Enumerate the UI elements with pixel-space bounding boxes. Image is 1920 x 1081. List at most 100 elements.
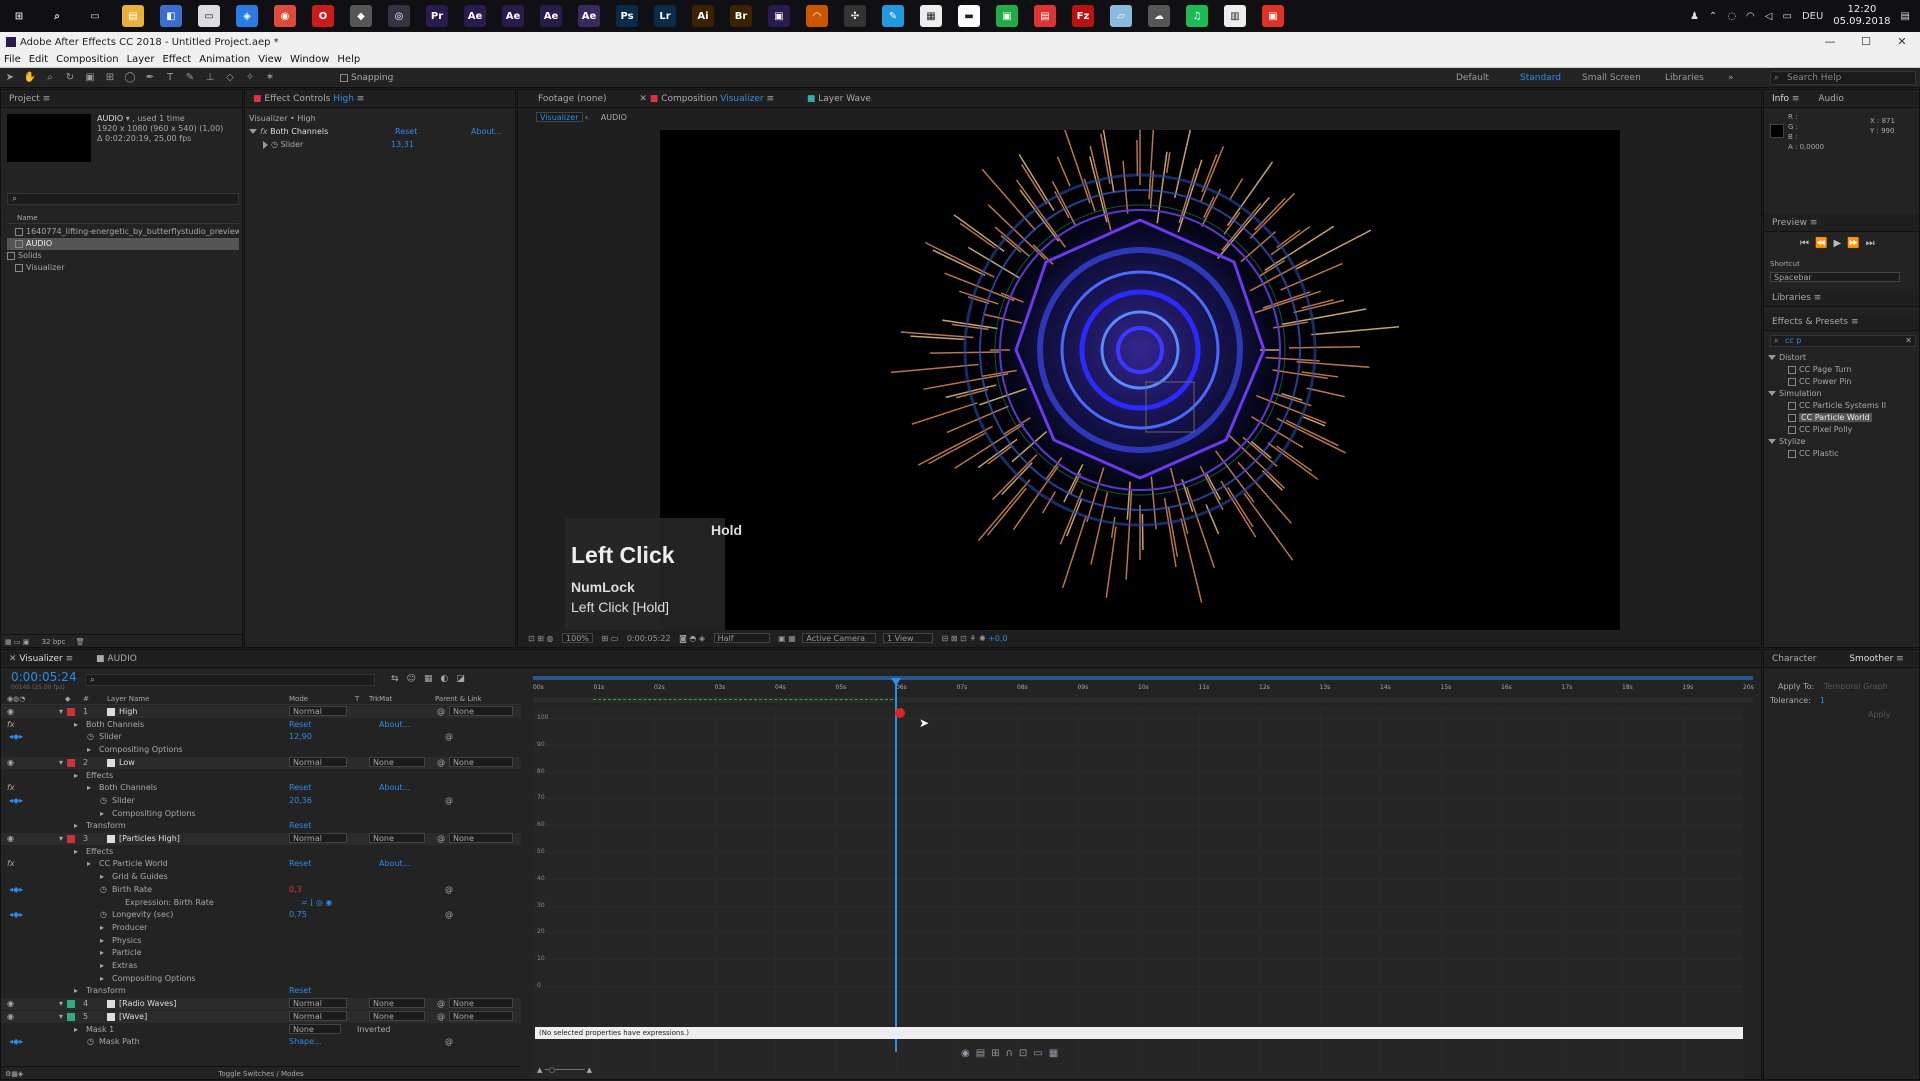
volume-icon[interactable]: ◁ — [1765, 11, 1773, 22]
tab-smoother[interactable]: Smoother — [1849, 654, 1893, 664]
current-time-indicator[interactable] — [895, 680, 897, 1052]
layer-row[interactable]: ◉ ▾ 2 Low Normal None @ None — [1, 756, 521, 769]
pen-tool-icon[interactable]: ✒ — [143, 72, 157, 84]
expand-icon[interactable]: ▸ — [87, 782, 91, 794]
fx-icon[interactable]: fx — [260, 127, 268, 136]
separate-dims-icon[interactable]: ▦ — [1049, 1048, 1064, 1059]
app-notepad-icon[interactable]: ▱ — [1110, 5, 1132, 27]
transparency-icon[interactable]: ▦ — [788, 634, 796, 643]
fast-preview-icon[interactable]: ⊠ — [951, 634, 958, 643]
store-icon[interactable]: ◈ — [236, 5, 258, 27]
expand-icon[interactable]: ▸ — [87, 744, 91, 756]
parent-dropdown[interactable]: None — [449, 833, 513, 843]
app-green-icon[interactable]: ▣ — [996, 5, 1018, 27]
graph-editor-icon[interactable]: ◪ — [456, 674, 473, 684]
about-link[interactable]: About... — [379, 782, 410, 794]
lock-icon[interactable]: ■ — [650, 94, 659, 104]
notification-icon[interactable]: ▤ — [1901, 11, 1910, 22]
tab-close-icon[interactable]: ✕ — [9, 654, 17, 664]
eye-icon[interactable]: ◉ — [7, 998, 14, 1010]
project-search-input[interactable]: ⌕ — [7, 193, 239, 205]
mask-icon[interactable]: ◍ — [547, 634, 554, 643]
col-parent[interactable]: Parent & Link — [435, 694, 482, 705]
region-icon[interactable]: ▭ — [611, 634, 619, 643]
lock-icon[interactable]: ■ — [253, 94, 262, 104]
delete-icon[interactable]: 🗑 — [76, 638, 85, 646]
expand-icon[interactable] — [1768, 391, 1776, 396]
property-row[interactable]: fx ▸ Both Channels Reset About... — [1, 719, 521, 731]
stopwatch-icon[interactable]: ◷ — [100, 909, 107, 921]
flowchart-icon[interactable]: ⚘ — [969, 634, 976, 643]
grid-icon[interactable]: ⊞ — [537, 634, 544, 643]
expand-icon[interactable]: ▾ — [59, 998, 63, 1010]
timeline-timecode[interactable]: 0:00:05:24 — [11, 670, 77, 684]
people-icon[interactable]: ♟ — [1690, 11, 1699, 22]
exposure-icon[interactable]: ✺ — [979, 634, 986, 643]
motion-blur-icon[interactable]: ◐ — [440, 674, 456, 684]
search-icon[interactable]: ⌕ — [46, 5, 68, 27]
tab-close-icon[interactable]: ✕ — [639, 94, 647, 104]
pickwhip-icon[interactable]: @ — [437, 1011, 445, 1023]
show-snapshot-icon[interactable]: ◓ — [689, 634, 696, 643]
project-bpc[interactable]: 32 bpc — [42, 638, 66, 646]
after-effects-b-icon[interactable]: Ae — [502, 5, 524, 27]
expand-icon[interactable]: ▸ — [100, 960, 104, 972]
libraries-tab[interactable]: Libraries ≡ — [1764, 289, 1919, 307]
effect-slider-row[interactable]: ◷ Slider 13,31 — [263, 139, 503, 151]
expand-icon[interactable]: ▸ — [100, 922, 104, 934]
viewer-timecode[interactable]: 0:00:05:22 — [627, 634, 671, 643]
property-row[interactable]: ▸ Particle — [1, 947, 521, 959]
audition-icon[interactable]: ◠ — [806, 5, 828, 27]
new-comp-icon[interactable]: ▣ — [23, 638, 30, 646]
layer-name[interactable]: [Particles High] — [119, 833, 180, 845]
label-color-swatch[interactable] — [67, 1000, 75, 1009]
graph-editor[interactable]: 100 90 80 70 60 50 40 30 20 10 0 — [533, 706, 1743, 1078]
app-white-icon[interactable]: ▭ — [198, 5, 220, 27]
menu-window[interactable]: Window — [290, 54, 329, 65]
eye-icon[interactable]: ◉ — [7, 1011, 14, 1023]
camera-tool-icon[interactable]: ▣ — [83, 72, 97, 84]
menu-edit[interactable]: Edit — [29, 54, 48, 65]
property-value[interactable]: 0,75 — [289, 909, 307, 921]
selection-tool-icon[interactable]: ➤ — [3, 72, 17, 84]
color-icon[interactable]: ◈ — [699, 634, 705, 643]
effects-group[interactable]: Stylize — [1768, 436, 1918, 448]
menu-help[interactable]: Help — [337, 54, 360, 65]
fx-icon[interactable]: fx — [7, 782, 15, 794]
inverted-checkbox[interactable]: Inverted — [357, 1024, 391, 1036]
tab-comp-name[interactable]: Visualizer — [720, 94, 763, 104]
opera-icon[interactable]: O — [312, 5, 334, 27]
workspace-default[interactable]: Default — [1456, 68, 1489, 88]
workspace-small-screen[interactable]: Small Screen — [1582, 68, 1641, 88]
app-capture-icon[interactable]: ▬ — [958, 5, 980, 27]
expand-icon[interactable]: ▸ — [100, 935, 104, 947]
expand-icon[interactable]: ▸ — [74, 1024, 78, 1036]
layer-name[interactable]: [Wave] — [119, 1011, 147, 1023]
property-value[interactable]: 12,90 — [289, 731, 312, 743]
app-gray-icon[interactable]: ◆ — [350, 5, 372, 27]
label-color-swatch[interactable] — [67, 1012, 75, 1021]
effect-item[interactable]: CC Page Turn — [1768, 364, 1918, 376]
pickwhip-icon[interactable]: @ — [437, 998, 445, 1010]
minimize-icon[interactable]: — — [1812, 32, 1848, 52]
filezilla-icon[interactable]: Fz — [1072, 5, 1094, 27]
parent-dropdown[interactable]: None — [449, 756, 513, 767]
property-value[interactable]: 20,36 — [289, 795, 312, 807]
stopwatch-icon[interactable]: ◷ — [87, 1036, 94, 1048]
menu-effect[interactable]: Effect — [162, 54, 191, 65]
col-layer-name[interactable]: Layer Name — [107, 694, 149, 705]
pickwhip-icon[interactable]: @ — [437, 833, 445, 845]
property-value[interactable]: 0,3 — [289, 884, 302, 896]
roto-tool-icon[interactable]: ✧ — [243, 72, 257, 84]
toggle-pixel-icon[interactable]: ⊟ — [941, 634, 948, 643]
chevron-up-icon[interactable]: ⌃ — [1709, 11, 1717, 22]
property-row[interactable]: ▸ Producer — [1, 922, 521, 934]
eraser-tool-icon[interactable]: ◇ — [223, 72, 237, 84]
property-row[interactable]: ◂◆▸ ◷ Slider 12,90 @ — [1, 731, 521, 743]
expand-icon[interactable]: ▸ — [74, 985, 78, 997]
snapshot-icon[interactable]: ◙ — [679, 634, 687, 643]
app-cloud-icon[interactable]: ☁ — [1148, 5, 1170, 27]
stopwatch-icon[interactable]: ◷ — [100, 884, 107, 896]
zoom-dropdown[interactable]: 100% — [562, 633, 593, 643]
effects-group[interactable]: Distort — [1768, 352, 1918, 364]
